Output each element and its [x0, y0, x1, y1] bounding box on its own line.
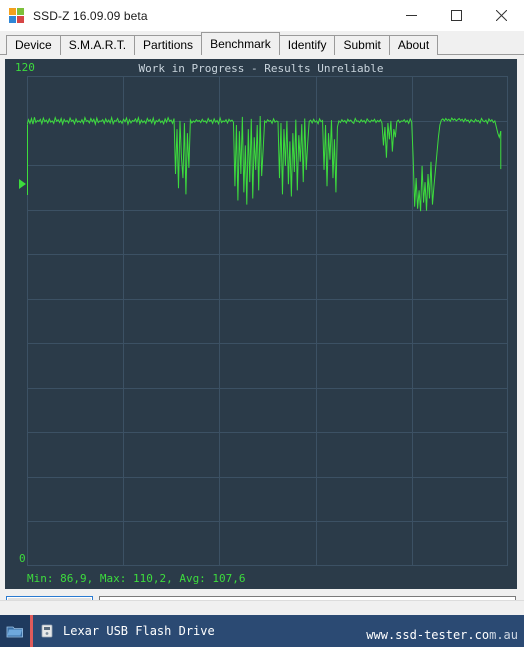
benchmark-graph: Work in Progress - Results Unreliable 12…	[5, 59, 517, 589]
current-value-marker-icon	[19, 179, 26, 189]
tab-identify[interactable]: Identify	[278, 35, 336, 55]
y-axis-max-label: 120	[15, 61, 35, 74]
title-bar: SSD-Z 16.09.09 beta	[0, 0, 524, 31]
tab-partitions[interactable]: Partitions	[134, 35, 203, 55]
benchmark-panel: Work in Progress - Results Unreliable 12…	[0, 55, 524, 637]
windows-explorer-icon[interactable]	[0, 615, 30, 647]
minimize-icon	[406, 15, 417, 16]
taskbar-item-label: Lexar USB Flash Drive	[63, 624, 215, 638]
tab-smart[interactable]: S.M.A.R.T.	[59, 35, 136, 55]
window-controls	[389, 0, 524, 31]
tab-benchmark[interactable]: Benchmark	[201, 32, 280, 55]
y-axis-min-label: 0	[19, 552, 26, 565]
close-icon	[496, 10, 507, 21]
graph-plot-area	[27, 76, 508, 566]
app-logo-icon	[9, 7, 25, 24]
watermark-main: www.ssd-tester.co	[366, 628, 490, 642]
close-button[interactable]	[479, 0, 524, 31]
tab-device[interactable]: Device	[6, 35, 61, 55]
app-window: SSD-Z 16.09.09 beta Device S.M.A.R.T. Pa…	[0, 0, 524, 647]
watermark-suffix: m.au	[489, 628, 518, 642]
maximize-button[interactable]	[434, 0, 479, 31]
taskbar: Lexar USB Flash Drive www.ssd-tester.com…	[0, 615, 524, 647]
maximize-icon	[451, 10, 462, 21]
tab-about[interactable]: About	[388, 35, 439, 55]
status-bar	[0, 600, 524, 615]
site-watermark: www.ssd-tester.com.au	[366, 628, 518, 642]
graph-stats-text: Min: 86,9, Max: 110,2, Avg: 107,6	[27, 572, 246, 585]
window-title: SSD-Z 16.09.09 beta	[33, 8, 148, 23]
tab-submit[interactable]: Submit	[334, 35, 390, 55]
graph-header-text: Work in Progress - Results Unreliable	[138, 62, 384, 75]
minimize-button[interactable]	[389, 0, 434, 31]
usb-drive-icon	[37, 615, 57, 647]
graph-svg	[27, 76, 508, 566]
tab-strip: Device S.M.A.R.T. Partitions Benchmark I…	[0, 31, 524, 55]
